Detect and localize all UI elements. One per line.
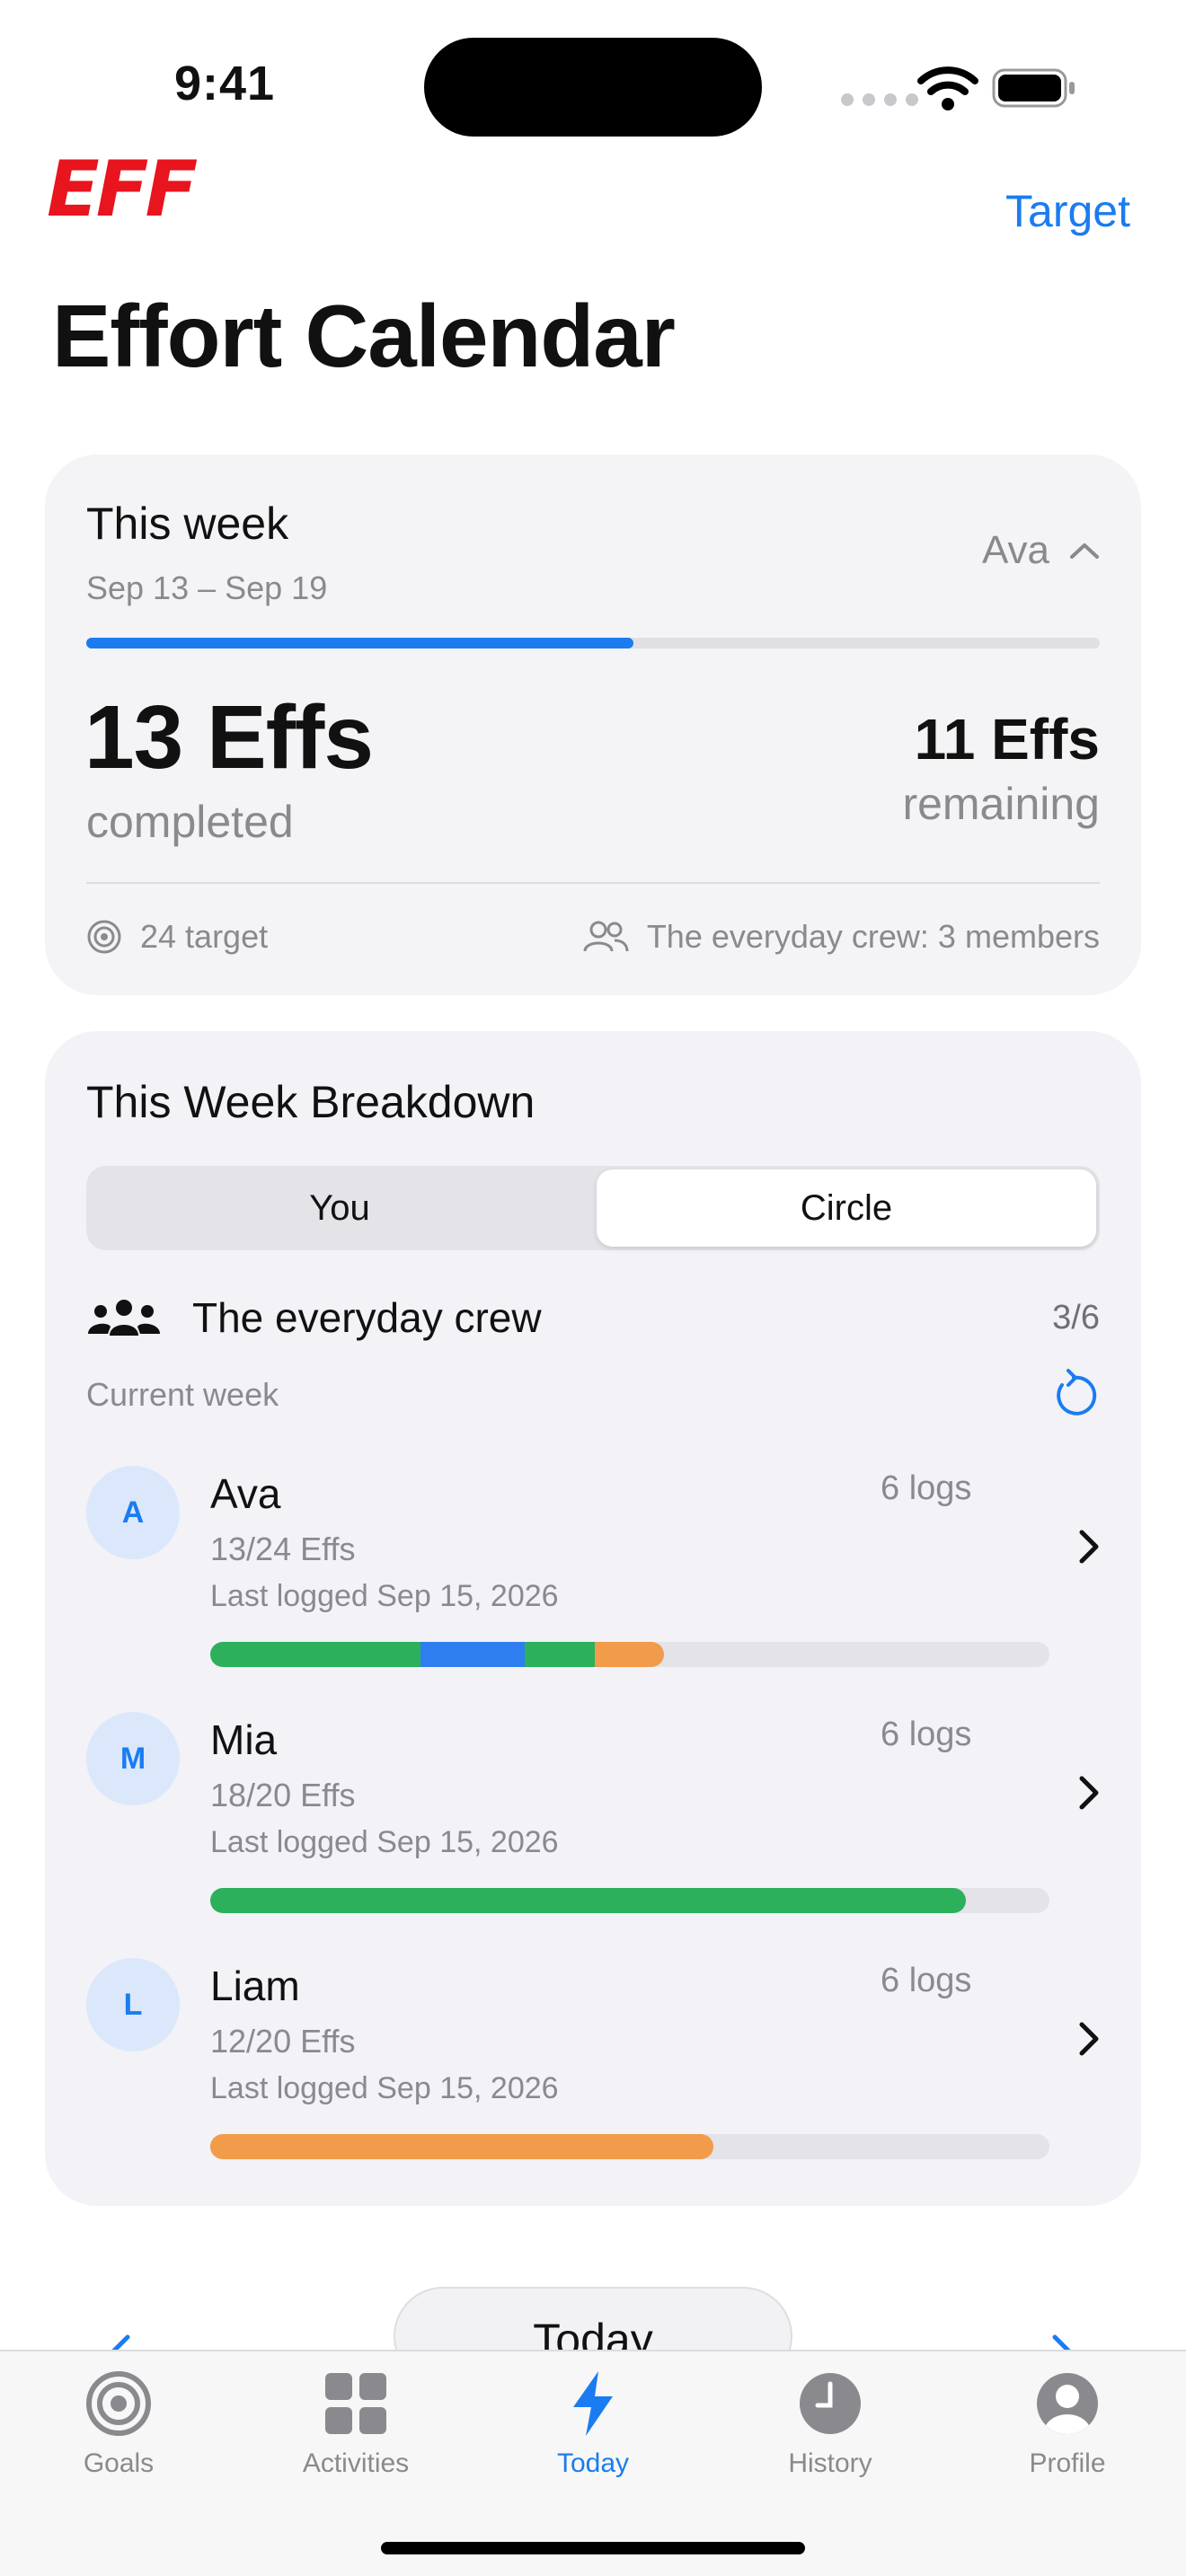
crew-count: 3/6 [1052, 1298, 1100, 1337]
dynamic-island [424, 38, 762, 137]
member-effs: 12/20 Effs [210, 2023, 356, 2060]
tab-label: Activities [302, 2448, 410, 2478]
user-selector-label: Ava [981, 528, 1049, 572]
progress-segment [210, 2134, 714, 2159]
completed-label: completed [86, 797, 294, 847]
tab-goals[interactable]: Goals [29, 2369, 208, 2479]
home-indicator [381, 2542, 805, 2554]
member-row-liam[interactable]: L Liam 12/20 Effs Last logged Sep 15, 20… [86, 1958, 1100, 2174]
chevron-up-icon [1070, 543, 1099, 559]
target-button[interactable]: Target [1005, 185, 1130, 237]
battery-icon [992, 68, 1075, 108]
chevron-right-icon [1079, 1530, 1099, 1564]
avatar: A [86, 1466, 180, 1559]
period-label: Current week [86, 1376, 279, 1413]
segment-circle[interactable]: Circle [597, 1169, 1096, 1247]
breakdown-title: This Week Breakdown [86, 1077, 535, 1127]
person-icon [1037, 2373, 1098, 2434]
member-effs: 18/20 Effs [210, 1777, 356, 1813]
bolt-icon [573, 2371, 613, 2436]
avatar: M [86, 1712, 180, 1805]
clock-icon [800, 2373, 861, 2434]
member-name: Liam [210, 1963, 300, 2009]
user-selector[interactable]: Ava [982, 528, 1100, 573]
tab-profile[interactable]: Profile [978, 2369, 1157, 2479]
member-name: Ava [210, 1470, 281, 1517]
crew-header: The everyday crew 3/6 [86, 1286, 1100, 1349]
avatar: L [86, 1958, 180, 2051]
tab-label: Profile [1029, 2448, 1106, 2478]
grid-icon [325, 2373, 386, 2434]
tab-today[interactable]: Today [503, 2369, 683, 2479]
cellular-signal-icon [841, 93, 918, 106]
weekly-summary-card: This week Sep 13 – Sep 19 Ava 13 Effs co… [45, 454, 1141, 995]
progress-segment [420, 1642, 526, 1667]
completed-value: 13 Effs [84, 687, 374, 788]
segment-you[interactable]: You [90, 1169, 589, 1247]
weekly-progress-fill [86, 638, 634, 648]
member-last-logged: Last logged Sep 15, 2026 [210, 1825, 559, 1859]
crew-meta-text: The everyday crew: 3 members [646, 918, 1100, 955]
member-progress-bar [210, 2134, 1049, 2159]
status-time: 9:41 [174, 57, 276, 110]
weekly-progress-bar [86, 638, 1100, 648]
remaining-label: remaining [902, 779, 1100, 829]
view-segmented-control: You Circle [86, 1166, 1100, 1250]
week-title: This week [86, 498, 289, 549]
group-icon [88, 1300, 160, 1336]
progress-segment [525, 1642, 595, 1667]
member-effs: 13/24 Effs [210, 1531, 356, 1567]
member-logs: 6 logs [881, 1962, 972, 1999]
progress-segment [210, 1642, 420, 1667]
target-meta: 24 target [86, 918, 268, 956]
chevron-right-icon [1079, 2022, 1099, 2056]
member-logs: 6 logs [881, 1716, 972, 1753]
member-row-ava[interactable]: A Ava 13/24 Effs Last logged Sep 15, 202… [86, 1466, 1100, 1681]
member-logs: 6 logs [881, 1469, 972, 1507]
refresh-icon[interactable] [1051, 1365, 1100, 1419]
member-progress-bar [210, 1642, 1049, 1667]
chevron-right-icon [1079, 1776, 1099, 1810]
member-progress-bar [210, 1888, 1049, 1913]
brand-logo: EFF [47, 145, 198, 234]
tab-label: Goals [83, 2448, 155, 2478]
remaining-value: 11 Effs [914, 707, 1100, 772]
crew-meta: The everyday crew: 3 members [582, 918, 1100, 956]
week-date-range: Sep 13 – Sep 19 [86, 569, 328, 606]
tab-label: History [788, 2448, 872, 2478]
week-breakdown-card: This Week Breakdown You Circle The every… [45, 1031, 1141, 2206]
crew-name: The everyday crew [192, 1294, 542, 1341]
tab-label: Today [556, 2448, 630, 2478]
member-last-logged: Last logged Sep 15, 2026 [210, 2071, 559, 2105]
member-name: Mia [210, 1716, 278, 1763]
member-row-mia[interactable]: M Mia 18/20 Effs Last logged Sep 15, 202… [86, 1712, 1100, 1928]
target-icon [86, 2371, 151, 2436]
tab-history[interactable]: History [740, 2369, 920, 2479]
wifi-icon [917, 66, 978, 110]
progress-segment [594, 1642, 665, 1667]
summary-divider [86, 882, 1100, 884]
tab-activities[interactable]: Activities [266, 2369, 446, 2479]
member-last-logged: Last logged Sep 15, 2026 [210, 1579, 559, 1613]
page-title: Effort Calendar [52, 287, 676, 385]
target-icon [87, 920, 121, 954]
people-icon [583, 921, 629, 952]
progress-segment [210, 1888, 966, 1913]
target-meta-text: 24 target [140, 918, 269, 955]
